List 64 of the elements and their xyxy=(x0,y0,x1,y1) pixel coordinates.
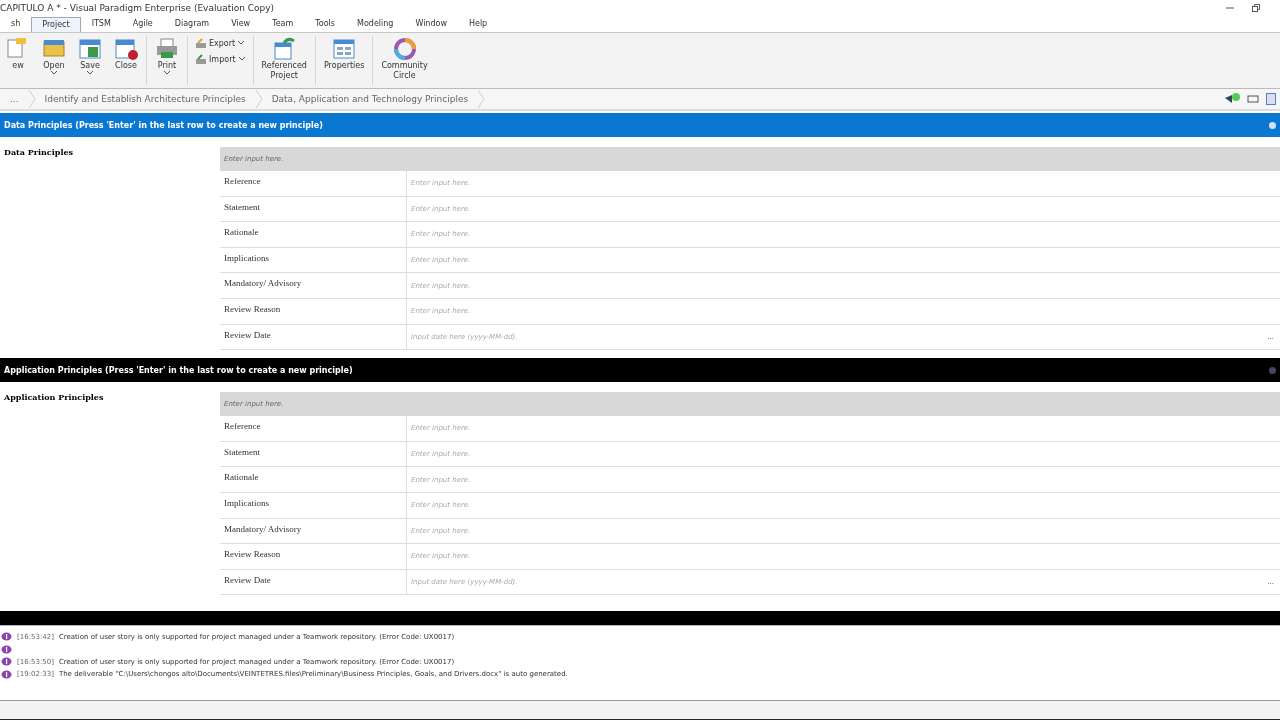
menu-tab[interactable]: Modeling xyxy=(346,16,405,32)
ribbon-button[interactable]: Open xyxy=(36,33,72,88)
section-header[interactable]: Data Principles (Press 'Enter' in the last row to create a new principle) xyxy=(0,113,1280,137)
section-header[interactable] xyxy=(0,611,1280,626)
row-label: Mandatory/ Advisory xyxy=(220,273,407,298)
chevron-icon xyxy=(255,90,262,108)
ribbon-button[interactable]: Print xyxy=(149,33,185,88)
menu-tab[interactable]: Diagram xyxy=(163,16,221,32)
minimize-icon[interactable] xyxy=(1226,4,1234,12)
menu-tab[interactable]: Agile xyxy=(121,16,164,32)
menu-tab[interactable]: Window xyxy=(404,16,458,32)
ring-icon xyxy=(392,37,417,61)
row-label: Statement xyxy=(220,441,407,467)
collapse-icon[interactable] xyxy=(1269,366,1276,374)
row-label: Review Reason xyxy=(220,544,407,569)
menu-tab[interactable]: Project xyxy=(31,17,81,32)
close-file-icon xyxy=(114,37,138,61)
breadcrumb-item[interactable]: ... xyxy=(6,94,23,104)
ribbon-button[interactable]: Referenced Project xyxy=(255,33,313,88)
ribbon-button[interactable]: Properties xyxy=(317,33,371,88)
row-label: Reference xyxy=(220,416,407,441)
arrow-icon xyxy=(196,54,206,64)
principle-label: Data Principles xyxy=(4,147,73,157)
menu-tab[interactable]: Team xyxy=(261,16,305,32)
row-label: Mandatory/ Advisory xyxy=(220,518,407,544)
ribbon-button[interactable]: Save xyxy=(72,33,108,88)
chevron-icon xyxy=(28,90,35,108)
caret-icon xyxy=(238,41,245,45)
row-label: Implications xyxy=(220,247,407,273)
window-title: CAPITULO A * - Visual Paradigm Enterprise (Evaluation Copy) xyxy=(0,3,275,13)
row-label: Reference xyxy=(220,171,407,196)
ribbon-button[interactable]: Import xyxy=(196,54,245,64)
ribbon-button[interactable]: Export xyxy=(196,38,245,48)
referenced-icon xyxy=(272,37,297,61)
row-label: Review Reason xyxy=(220,298,407,324)
menu-tab[interactable]: ITSM xyxy=(80,16,122,32)
print-icon xyxy=(155,37,179,61)
row-label: Review Date xyxy=(220,569,407,595)
menu-tab[interactable]: Help xyxy=(457,16,499,32)
ribbon-button[interactable]: ew xyxy=(0,33,36,88)
row-label: Rationale xyxy=(220,222,407,247)
principle-label: Application Principles xyxy=(4,392,104,403)
ribbon-button[interactable]: Community Circle xyxy=(375,33,434,88)
row-label: Rationale xyxy=(220,467,407,492)
chevron-icon xyxy=(478,90,485,108)
menu-tab[interactable]: View xyxy=(220,16,262,32)
ribbon-button[interactable]: Close xyxy=(108,33,144,88)
arrow-icon xyxy=(196,38,206,48)
breadcrumb-item[interactable]: Identify and Establish Architecture Principles xyxy=(40,94,250,104)
properties-icon xyxy=(332,37,357,61)
menu-tab[interactable]: Tools xyxy=(304,16,346,32)
save-icon xyxy=(78,37,102,61)
section-title: Application Principles (Press 'Enter' in the last row to create a new principle) xyxy=(4,365,353,375)
section-header[interactable]: Application Principles (Press 'Enter' in the last row to create a new principle) xyxy=(0,358,1280,383)
row-label: Review Date xyxy=(220,324,407,350)
row-label: Statement xyxy=(220,196,407,222)
restore-icon[interactable] xyxy=(1252,4,1260,12)
collapse-icon[interactable] xyxy=(1269,121,1276,129)
caret-icon xyxy=(238,57,245,61)
breadcrumb-item[interactable]: Data, Application and Technology Principles xyxy=(267,94,473,104)
row-label: Implications xyxy=(220,492,407,518)
panel-icon[interactable] xyxy=(1266,93,1276,105)
section-title: Data Principles (Press 'Enter' in the last row to create a new principle) xyxy=(4,120,323,130)
menu-tab[interactable]: sh xyxy=(0,16,32,32)
